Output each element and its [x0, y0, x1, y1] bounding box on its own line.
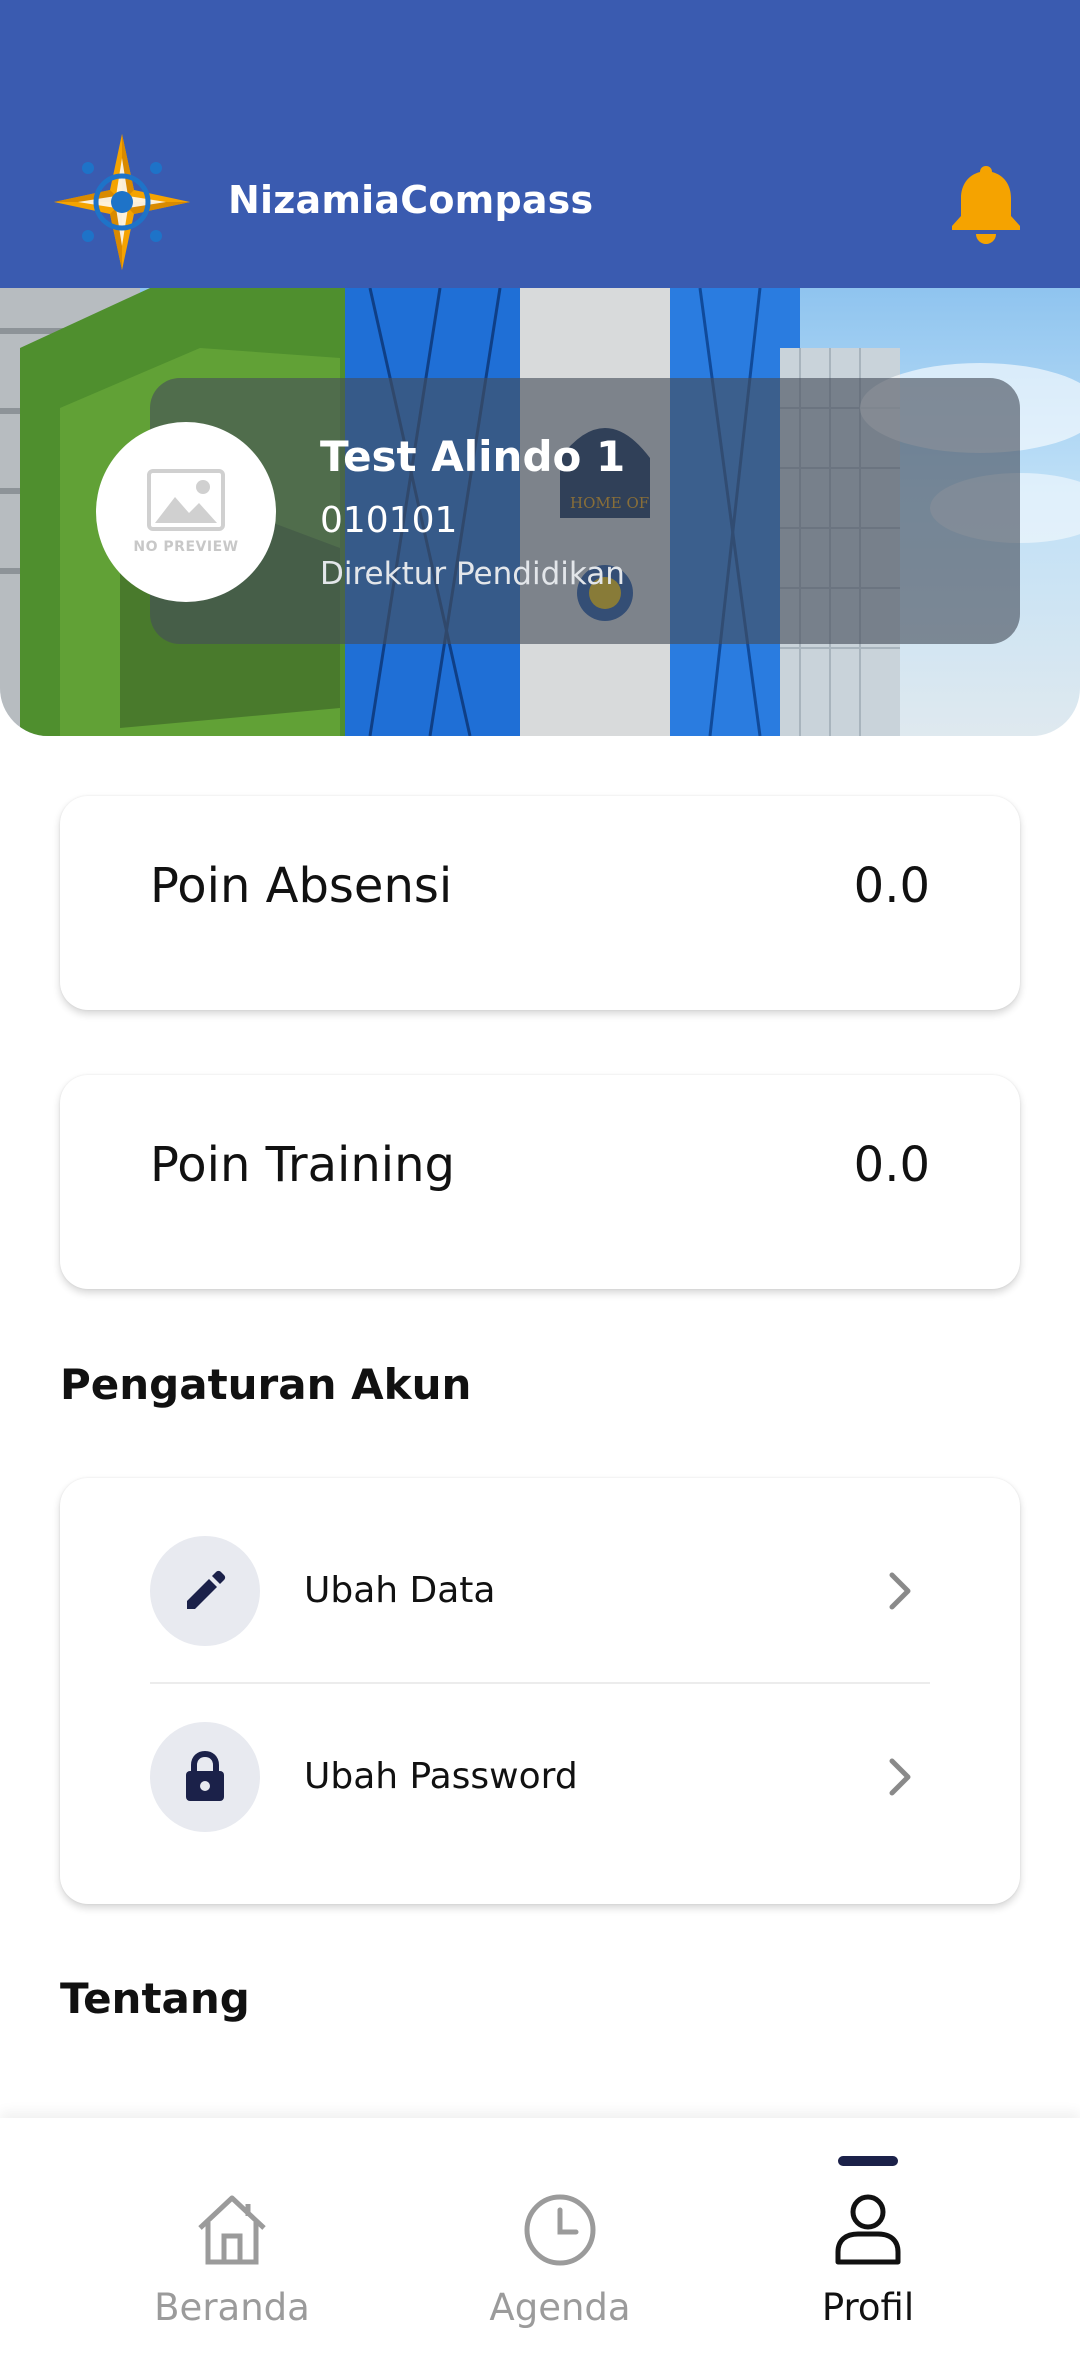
- app-title: NizamiaCompass: [228, 178, 594, 222]
- nav-item-agenda[interactable]: Agenda: [440, 2118, 680, 2374]
- profile-screen: NizamiaCompass HOME OF: [0, 0, 1080, 2374]
- nav-item-beranda[interactable]: Beranda: [112, 2118, 352, 2374]
- profile-id: 010101: [320, 500, 458, 541]
- point-label: Poin Training: [150, 1137, 456, 1193]
- divider: [150, 1682, 930, 1684]
- account-settings-card: Ubah Data Ubah Password: [60, 1478, 1020, 1904]
- nav-label: Profil: [821, 2286, 915, 2329]
- avatar-caption: NO PREVIEW: [133, 539, 239, 555]
- app-bar: NizamiaCompass: [0, 0, 1080, 288]
- profile-info-panel: [150, 378, 1020, 644]
- edit-data-button[interactable]: Ubah Data: [150, 1536, 930, 1646]
- pencil-icon: [187, 1570, 226, 1609]
- clock-icon: [524, 2194, 596, 2266]
- attendance-points-card: Poin Absensi 0.0: [60, 796, 1020, 1010]
- icon-circle: [150, 1536, 260, 1646]
- change-password-button[interactable]: Ubah Password: [150, 1722, 930, 1832]
- setting-label: Ubah Password: [304, 1756, 578, 1797]
- person-icon: [835, 2194, 901, 2265]
- point-label: Poin Absensi: [150, 858, 453, 914]
- bell-icon[interactable]: [948, 162, 1024, 244]
- about-title: Tentang: [60, 1974, 250, 2023]
- profile-role: Direktur Pendidikan: [320, 556, 625, 592]
- profile-name: Test Alindo 1: [320, 432, 626, 481]
- chevron-right-icon: [889, 1572, 911, 1610]
- nav-label: Agenda: [489, 2286, 631, 2329]
- chevron-right-icon: [889, 1758, 911, 1796]
- training-points-card: Poin Training 0.0: [60, 1075, 1020, 1289]
- icon-circle: [150, 1722, 260, 1832]
- point-value: 0.0: [853, 858, 930, 914]
- point-value: 0.0: [853, 1137, 930, 1193]
- account-settings-title: Pengaturan Akun: [60, 1360, 472, 1409]
- home-icon: [198, 2195, 266, 2265]
- lock-icon: [186, 1751, 224, 1801]
- nav-item-profil[interactable]: Profil: [748, 2118, 988, 2374]
- bottom-navigation: Beranda Agenda Profil: [0, 2118, 1080, 2374]
- active-tab-indicator: [838, 2156, 898, 2166]
- setting-label: Ubah Data: [304, 1570, 496, 1611]
- nav-label: Beranda: [154, 2286, 310, 2329]
- compass-logo-icon: [54, 134, 190, 270]
- avatar[interactable]: NO PREVIEW: [96, 422, 276, 602]
- image-placeholder-icon: [147, 469, 225, 531]
